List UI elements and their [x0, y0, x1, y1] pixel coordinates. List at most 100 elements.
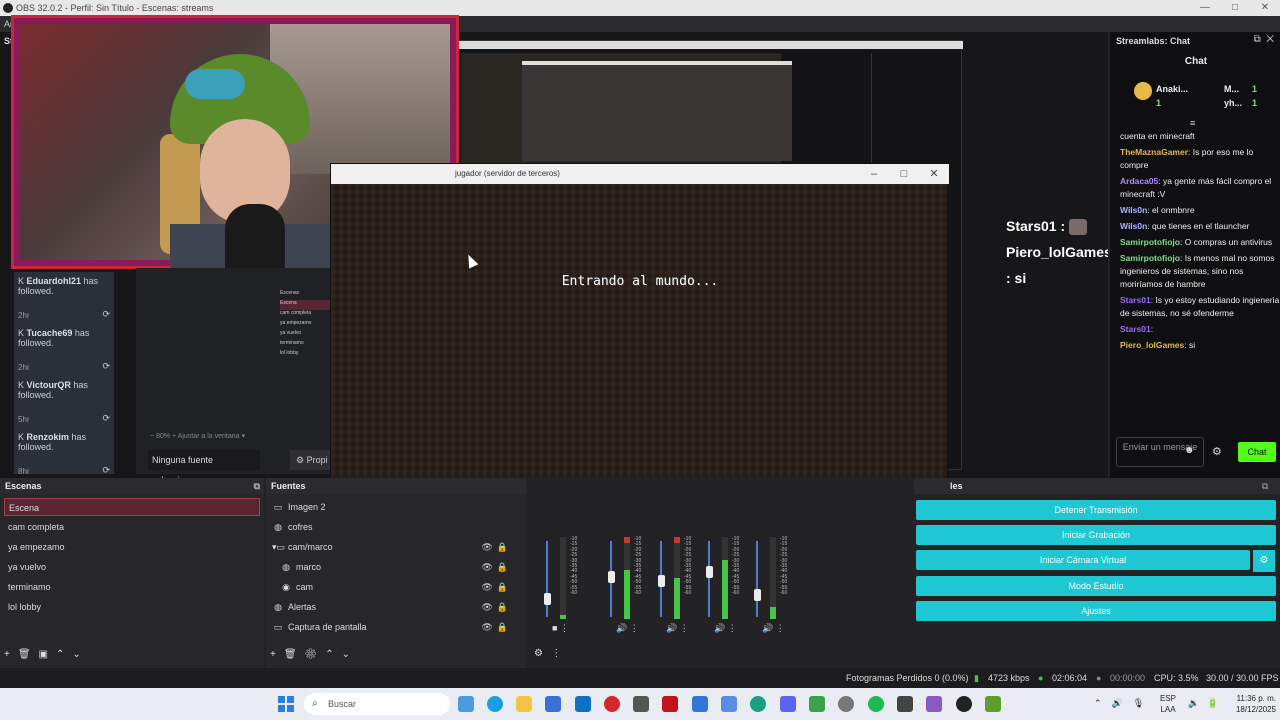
close-icon[interactable]: ✕ [1266, 34, 1274, 45]
tray-icons[interactable]: ⌃🔊🎙 [1094, 698, 1154, 709]
add-icon[interactable]: + [270, 649, 284, 660]
visibility-lock-icons[interactable]: 👁🔒 [481, 538, 512, 556]
store-icon[interactable] [545, 696, 561, 712]
app-icon[interactable] [750, 696, 766, 712]
spotify-icon[interactable] [868, 696, 884, 712]
edge-icon[interactable] [487, 696, 503, 712]
overlay-line: Stars01 : [1006, 213, 1111, 239]
close-button[interactable]: ✕ [1250, 0, 1280, 16]
source-item[interactable]: ◉ cam 👁🔒 [266, 578, 516, 596]
scale-tick: -60 [634, 590, 642, 597]
volume-fader[interactable] [708, 541, 710, 617]
mc-minimize-button[interactable]: – [859, 164, 889, 184]
twitch-icon[interactable] [926, 696, 942, 712]
discord-icon[interactable] [780, 696, 796, 712]
follow-user: Tucache69 [26, 328, 73, 338]
up-icon[interactable]: ⌃ [56, 649, 72, 660]
scene-item[interactable]: cam completa [4, 518, 260, 536]
mc-close-button[interactable]: ✕ [919, 164, 949, 184]
visibility-lock-icons[interactable]: 👁🔒 [481, 558, 512, 576]
taskbar-search[interactable]: ⌕ Buscar [304, 693, 450, 715]
more-icon[interactable]: ⋮ [551, 648, 561, 659]
down-icon[interactable]: ⌄ [72, 649, 88, 660]
chat-send-button[interactable]: Chat [1238, 442, 1276, 462]
up-icon[interactable]: ⌃ [325, 649, 341, 660]
volume-fader[interactable] [546, 541, 548, 617]
app-icon[interactable] [458, 696, 474, 712]
popout-icon[interactable]: ⧉ [1254, 34, 1261, 45]
add-icon[interactable]: + [4, 649, 18, 660]
chat-heading: Chat [1184, 56, 1208, 67]
viewer-count: 1 [1252, 98, 1258, 108]
stop-stream-button[interactable]: Detener Transmisión [916, 500, 1276, 520]
start-record-button[interactable]: Iniciar Grabación [916, 525, 1276, 545]
speaker-icon[interactable]: 🔊 ⋮ [714, 623, 737, 634]
fader-knob[interactable] [543, 593, 551, 605]
volume-fader[interactable] [756, 541, 758, 617]
explorer-icon[interactable] [516, 696, 532, 712]
source-item[interactable]: ◍ Alertas 👁🔒 [266, 598, 516, 616]
gear-icon[interactable]: ⚙ [305, 649, 326, 660]
start-vcam-button[interactable]: Iniciar Cámara Virtual [916, 550, 1250, 570]
visibility-lock-icons[interactable]: 👁🔒 [481, 618, 512, 636]
taskbar-clock[interactable]: 11:36 p. m. 18/12/2025 [1222, 693, 1276, 715]
opera-icon[interactable] [604, 696, 620, 712]
properties-button[interactable]: ⚙ Propi [290, 450, 332, 470]
maximize-button[interactable]: □ [1220, 0, 1250, 16]
visibility-lock-icons[interactable]: 👁🔒 [481, 578, 512, 596]
app-icon[interactable] [838, 696, 854, 712]
trash-icon[interactable]: 🗑 [284, 649, 305, 660]
app-icon[interactable] [721, 696, 737, 712]
app-icon[interactable] [809, 696, 825, 712]
cat-emote-icon [1069, 219, 1088, 236]
app-icon[interactable] [662, 696, 678, 712]
vcam-settings-icon[interactable]: ⚙ [1253, 550, 1275, 572]
app-icon[interactable] [692, 696, 708, 712]
speaker-icon[interactable]: 🔊 ⋮ [666, 623, 689, 634]
popout-icon[interactable]: ⧉ [1262, 478, 1268, 494]
emoji-icon[interactable]: ☻ [1184, 445, 1195, 456]
trash-icon[interactable]: 🗑 [18, 649, 39, 660]
mc-maximize-button[interactable]: □ [889, 164, 919, 184]
mixer-settings-icon[interactable]: ⚙ [534, 648, 543, 659]
fader-knob[interactable] [607, 571, 615, 583]
fader-knob[interactable] [705, 566, 713, 579]
visibility-lock-icons[interactable]: 👁🔒 [481, 598, 512, 616]
windows-start-icon[interactable] [278, 696, 294, 712]
meter-scale: -10 -15 -20 -25 -30 -35 -40 -45 -50 -55 -60 [570, 536, 577, 596]
speaker-icon[interactable]: 🔊 ⋮ [762, 623, 785, 634]
fader-knob[interactable] [657, 575, 665, 587]
source-name: Alertas [288, 602, 317, 612]
minimize-button[interactable]: — [1190, 0, 1220, 16]
source-item[interactable]: ▭ Captura de pantalla 👁🔒 [266, 618, 516, 636]
gear-icon[interactable]: ⚙ [1212, 445, 1222, 458]
source-item[interactable]: ▾▭ cam/marco 👁🔒 [266, 538, 516, 556]
studio-mode-button[interactable]: Modo Estudio [916, 576, 1276, 596]
filter-icon[interactable]: ≡ [1190, 118, 1195, 128]
fader-knob[interactable] [753, 589, 761, 601]
source-item[interactable]: ▭ Imagen 2 [266, 498, 516, 516]
filter-icon[interactable]: ▣ [39, 649, 56, 660]
viewer-count: 1 [1156, 98, 1162, 108]
app-icon[interactable] [633, 696, 649, 712]
network-icon[interactable]: 🔉🔋 [1188, 698, 1226, 709]
scene-item[interactable]: terminamo [4, 578, 260, 596]
popout-icon[interactable]: ⧉ [254, 478, 260, 494]
minecraft-icon[interactable] [985, 696, 1001, 712]
scene-item[interactable]: lol lobby [4, 598, 260, 616]
outlook-icon[interactable] [575, 696, 591, 712]
source-item[interactable]: ◍ marco 👁🔒 [266, 558, 516, 576]
nested-obs: Escenas Escena cam completa ya empezamo ya v… [136, 268, 332, 474]
scene-item[interactable]: Escena [4, 498, 260, 516]
speaker-icon[interactable]: ■ ⋮ [552, 623, 569, 634]
settings-icon[interactable] [897, 696, 913, 712]
down-icon[interactable]: ⌄ [342, 649, 358, 660]
language-indicator[interactable]: ESP LAA [1160, 693, 1176, 715]
speaker-icon[interactable]: 🔊 ⋮ [616, 623, 639, 634]
scene-item[interactable]: ya empezamo [4, 538, 260, 556]
obs-icon[interactable] [956, 696, 972, 712]
settings-button[interactable]: Ajustes [916, 601, 1276, 621]
scene-item[interactable]: ya vuelvo [4, 558, 260, 576]
chat-username: Ardaca05 [1120, 176, 1159, 186]
source-item[interactable]: ◍ cofres [266, 518, 516, 536]
